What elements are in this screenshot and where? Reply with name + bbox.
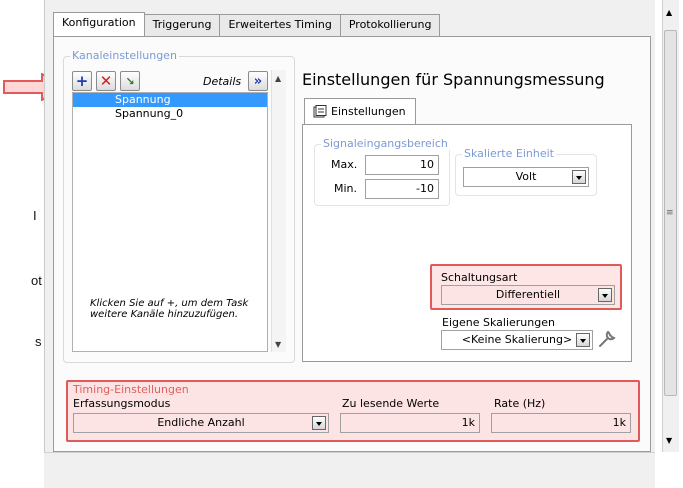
circuit-select[interactable]: Differentiell [441,285,615,305]
unit-value: Volt [515,170,537,183]
circuit-value: Differentiell [495,288,561,301]
remove-channel-button[interactable]: ✕ [96,71,116,91]
tab-konfiguration[interactable]: Konfiguration [53,12,145,36]
min-label: Min. [334,182,358,195]
custom-scaling-label: Eigene Skalierungen [442,316,555,329]
mode-label: Erfassungsmodus [73,397,171,410]
page-text-fragment: I [33,208,37,223]
dropdown-arrow-icon[interactable] [576,333,590,347]
settings-sheet-icon [313,105,327,118]
delete-x-icon: ✕ [99,72,113,90]
details-button[interactable]: » [248,71,268,91]
scroll-up-icon[interactable]: ▲ [666,8,672,17]
plus-icon: + [75,72,89,90]
rate-label: Rate (Hz) [494,397,546,410]
tab-triggerung[interactable]: Triggerung [143,14,221,36]
tab-einstellungen[interactable]: Einstellungen [304,98,416,124]
rate-input[interactable]: 1k [491,413,631,433]
scroll-grip-icon: ≡ [666,208,674,218]
page-text-fragment: ot [31,273,42,288]
dropdown-arrow-icon[interactable] [572,170,586,184]
add-channel-button[interactable]: + [72,71,92,91]
channel-list-scrollbar[interactable]: ▲ ▼ [271,70,286,352]
tab-erweitertes-timing[interactable]: Erweitertes Timing [219,14,341,36]
subtab-label: Einstellungen [331,105,406,118]
dropdown-arrow-icon[interactable] [312,416,326,430]
samples-label: Zu lesende Werte [342,397,440,410]
edit-channel-button[interactable]: ↘ [120,71,140,91]
scroll-down-icon[interactable]: ▼ [666,436,672,445]
dialog-footer [44,452,655,488]
custom-scaling-select[interactable]: <Keine Skalierung> [441,330,593,350]
channel-list-hint: Klicken Sie auf +, um dem Task weitere K… [90,298,249,320]
channel-settings-title: Kanaleinstellungen [70,49,179,62]
tab-protokollierung[interactable]: Protokollierung [339,14,441,36]
max-label: Max. [331,158,358,171]
scaled-unit-title: Skalierte Einheit [462,147,556,160]
max-input[interactable]: 10 [365,155,439,175]
channel-edit-icon: ↘ [125,74,135,88]
scroll-down-icon[interactable]: ▼ [275,340,281,349]
settings-title: Einstellungen für Spannungsmessung [302,70,605,89]
double-chevron-right-icon: » [253,73,263,89]
tab-bar: Konfiguration Triggerung Erweitertes Tim… [53,12,441,36]
timing-title: Timing-Einstellungen [73,383,189,396]
dropdown-arrow-icon[interactable] [598,288,612,302]
custom-scaling-value: <Keine Skalierung> [461,333,573,346]
samples-input[interactable]: 1k [340,413,480,433]
mode-value: Endliche Anzahl [157,416,245,429]
list-item[interactable]: Spannung [73,93,267,107]
circuit-label: Schaltungsart [441,271,518,284]
page-text-fragment: s [35,334,42,349]
signal-range-title: Signaleingangsbereich [321,137,450,150]
min-input[interactable]: -10 [365,179,439,199]
list-item[interactable]: Spannung_0 [73,107,267,121]
mode-select[interactable]: Endliche Anzahl [73,413,329,433]
details-label: Details [203,75,242,88]
scroll-up-icon[interactable]: ▲ [275,74,281,83]
wrench-icon[interactable] [597,329,617,349]
unit-select[interactable]: Volt [463,167,589,187]
